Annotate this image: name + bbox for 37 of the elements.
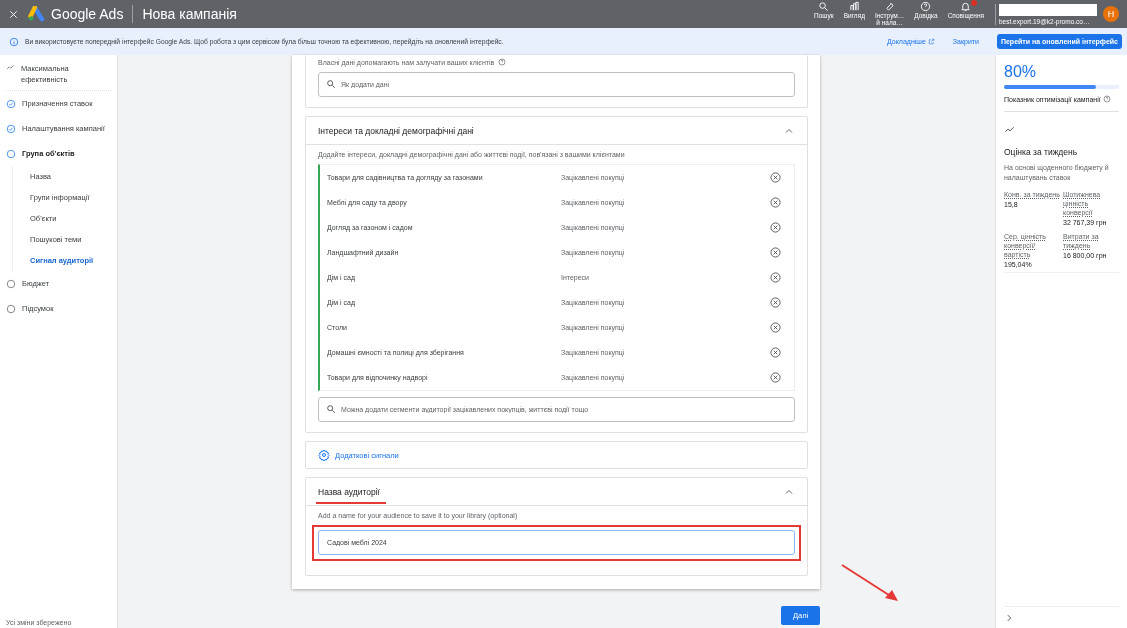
page-title: Нова кампанія	[142, 6, 237, 22]
help-icon	[920, 1, 932, 12]
remove-button[interactable]	[770, 297, 784, 308]
remove-button[interactable]	[770, 372, 784, 383]
avatar[interactable]: Н	[1103, 6, 1119, 22]
chevron-right-icon	[1004, 612, 1014, 623]
section-title: Інтереси та докладні демографічні дані	[318, 125, 474, 136]
weekly-title: Оцінка за тиждень	[1004, 147, 1079, 157]
account-field[interactable]	[999, 3, 1097, 16]
remove-button[interactable]	[770, 322, 784, 333]
annotation-underline	[316, 501, 386, 504]
logo-icon	[28, 6, 46, 22]
trend-icon	[6, 63, 15, 72]
remove-button[interactable]	[770, 197, 784, 208]
remove-button[interactable]	[770, 222, 784, 233]
trend-icon	[1004, 124, 1015, 135]
search-icon	[326, 79, 336, 89]
wrench-icon	[884, 1, 896, 12]
product-name: Google Ads	[51, 6, 124, 22]
annotation-arrow	[841, 564, 898, 601]
remove-button[interactable]	[770, 172, 784, 183]
remove-button[interactable]	[770, 347, 784, 358]
section-title: Назва аудиторії	[318, 486, 384, 503]
help-icon	[1102, 95, 1111, 103]
search-icon	[326, 404, 336, 414]
gear-icon	[318, 449, 330, 461]
optimization-score: 80%	[1004, 63, 1038, 81]
remove-button[interactable]	[770, 272, 784, 283]
info-icon	[9, 36, 19, 47]
external-link-icon	[927, 38, 935, 45]
help-icon	[498, 58, 507, 66]
close-icon	[8, 8, 19, 20]
notification-badge	[971, 0, 977, 6]
remove-button[interactable]	[770, 247, 784, 258]
search-icon	[818, 1, 830, 12]
chart-icon	[848, 1, 860, 12]
bell-icon	[960, 1, 972, 12]
